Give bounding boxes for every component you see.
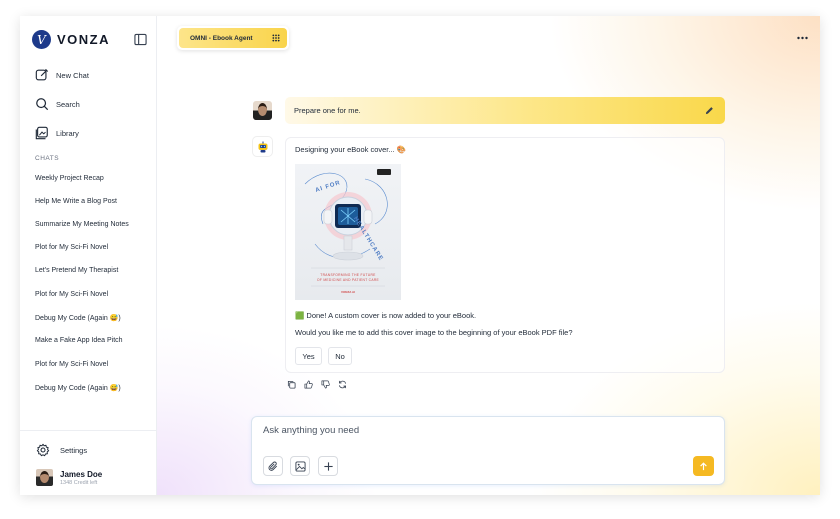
new-chat-icon: [35, 68, 49, 81]
robot-icon: [258, 141, 267, 152]
chat-item[interactable]: Help Me Write a Blog Post: [35, 198, 117, 205]
nav-search-label: Search: [56, 99, 80, 109]
edit-icon[interactable]: [705, 106, 714, 115]
bot-done-text: 🟩 Done! A custom cover is now added to y…: [295, 311, 477, 320]
logo-mark-icon: V: [32, 30, 51, 49]
user-credits: 1348 Credit left: [60, 479, 98, 486]
cover-author: VONZA AI: [340, 290, 356, 294]
chat-item[interactable]: Debug My Code (Again 😅): [35, 384, 121, 392]
attach-button[interactable]: [263, 456, 283, 476]
cover-subtitle-line2: OF MEDICINE AND PATIENT CARE: [316, 278, 380, 282]
sidebar-toggle-icon[interactable]: [134, 33, 147, 46]
user-message-text: Prepare one for me.: [294, 106, 361, 115]
nav-library-label: Library: [56, 128, 79, 138]
arrow-up-icon: [700, 461, 707, 470]
nav-new-chat[interactable]: New Chat: [35, 68, 89, 82]
cover-subtitle-line1: TRANSFORMING THE FUTURE: [320, 273, 376, 277]
bot-intro-text: Designing your eBook cover... 🎨: [295, 145, 407, 154]
agent-selector[interactable]: OMNI - Ebook Agent: [177, 26, 289, 50]
chat-item[interactable]: Plot for My Sci-Fi Novel: [35, 244, 108, 251]
no-button[interactable]: No: [328, 347, 352, 365]
send-button[interactable]: [693, 456, 714, 476]
regenerate-icon[interactable]: [338, 380, 347, 389]
search-icon: [36, 98, 49, 111]
chat-item[interactable]: Plot for My Sci-Fi Novel: [35, 291, 108, 298]
user-name: James Doe: [60, 469, 103, 479]
message-input[interactable]: [263, 425, 703, 436]
avatar: [36, 469, 53, 486]
user-profile[interactable]: James Doe 1348 Credit left: [36, 469, 102, 486]
nav-search[interactable]: Search: [35, 97, 80, 111]
app-window: V VONZA New Chat Search Library CHATS We…: [20, 16, 820, 495]
nav-new-chat-label: New Chat: [56, 70, 89, 80]
more-options-icon[interactable]: [797, 36, 808, 40]
chat-item[interactable]: Make a Fake App Idea Pitch: [35, 337, 123, 344]
chat-item[interactable]: Debug My Code (Again 😅): [35, 314, 121, 322]
user-message-avatar: [253, 101, 272, 120]
gear-icon: [36, 443, 50, 457]
chats-section-label: CHATS: [35, 155, 60, 162]
message-composer: [251, 416, 725, 485]
chat-item[interactable]: Let's Pretend My Therapist: [35, 267, 118, 274]
bot-message: Designing your eBook cover... 🎨 AI FOR H…: [285, 137, 725, 373]
image-icon: [294, 460, 306, 472]
settings-label: Settings: [60, 445, 88, 455]
chat-item[interactable]: Summarize My Meeting Notes: [35, 221, 129, 228]
sidebar: V VONZA New Chat Search Library CHATS We…: [20, 16, 157, 495]
brand-logo[interactable]: V VONZA: [32, 30, 110, 49]
nav-library[interactable]: Library: [35, 126, 79, 140]
bot-question-text: Would you like me to add this cover imag…: [295, 328, 573, 337]
chat-item[interactable]: Weekly Project Recap: [35, 175, 104, 182]
message-actions: [287, 380, 355, 389]
settings-button[interactable]: Settings: [36, 443, 87, 457]
copy-icon[interactable]: [287, 380, 296, 389]
yes-button[interactable]: Yes: [295, 347, 322, 365]
ebook-cover-image[interactable]: AI FOR HEALTHCARE TRANSFORMING THE FUTUR…: [295, 164, 401, 300]
user-message: Prepare one for me.: [285, 97, 725, 124]
main-panel: OMNI - Ebook Agent Prepare one for me. D…: [157, 16, 820, 495]
grid-icon: [272, 34, 280, 42]
bot-avatar: [253, 137, 272, 156]
thumbs-down-icon[interactable]: [321, 380, 330, 389]
library-icon: [35, 126, 48, 140]
thumbs-up-icon[interactable]: [304, 380, 313, 389]
paperclip-icon: [268, 461, 277, 471]
brand-name: VONZA: [57, 32, 110, 47]
chat-item[interactable]: Plot for My Sci-Fi Novel: [35, 361, 108, 368]
plus-icon: [323, 461, 333, 471]
add-image-button[interactable]: [290, 456, 310, 476]
add-button[interactable]: [318, 456, 338, 476]
sidebar-divider: [20, 430, 157, 431]
agent-label: OMNI - Ebook Agent: [190, 34, 253, 42]
